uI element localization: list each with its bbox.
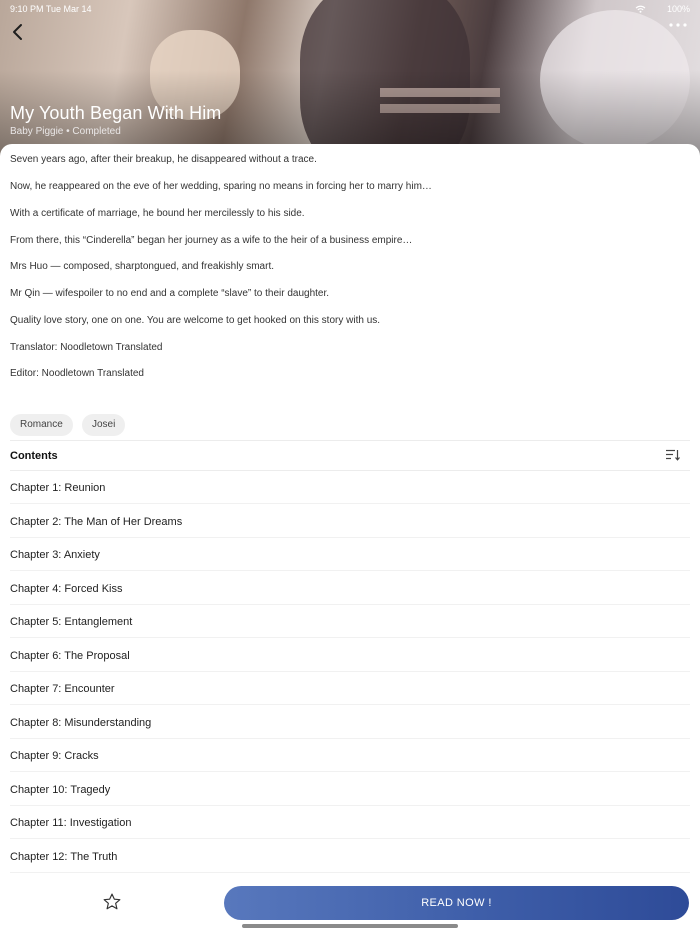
chapter-title: Chapter 5: Entanglement — [10, 616, 133, 628]
chapter-title: Chapter 3: Anxiety — [10, 549, 100, 561]
home-indicator — [242, 924, 458, 928]
chapter-title: Chapter 1: Reunion — [10, 482, 106, 494]
book-title: My Youth Began With Him — [10, 103, 222, 123]
translator-credit: Translator: Noodletown Translated — [10, 342, 163, 353]
chapter-item[interactable]: Chapter 3: Anxiety — [10, 538, 690, 571]
chapter-item[interactable]: Chapter 4: Forced Kiss — [10, 572, 690, 605]
back-button[interactable] — [8, 21, 30, 43]
status-time: 9:10 PM Tue Mar 14 — [10, 4, 92, 14]
chapter-item[interactable]: Chapter 11: Investigation — [10, 806, 690, 839]
synopsis-line: From there, this “Cinderella” began her … — [10, 235, 413, 246]
book-author-status: Baby Piggie • Completed — [10, 126, 121, 137]
chapter-title: Chapter 9: Cracks — [10, 750, 99, 762]
chapter-title: Chapter 11: Investigation — [10, 817, 132, 829]
synopsis-line: Seven years ago, after their breakup, he… — [10, 154, 317, 165]
synopsis-line: Mrs Huo — composed, sharptongued, and fr… — [10, 261, 275, 272]
chapter-item[interactable]: Chapter 6: The Proposal — [10, 639, 690, 672]
read-now-button[interactable]: READ NOW ! — [224, 886, 689, 920]
tag-romance[interactable]: Romance — [10, 414, 73, 436]
battery-level: 100% — [666, 4, 690, 14]
chapter-title: Chapter 10: Tragedy — [10, 784, 111, 796]
chapter-item[interactable]: Chapter 10: Tragedy — [10, 773, 690, 806]
chapter-item[interactable]: Chapter 12: The Truth — [10, 840, 690, 873]
cover-banner: 9:10 PM Tue Mar 14 100% My Youth Began W… — [0, 0, 700, 160]
status-bar: 9:10 PM Tue Mar 14 100% — [10, 4, 690, 16]
book-detail-sheet: Seven years ago, after their breakup, he… — [0, 144, 700, 934]
chapter-item[interactable]: Chapter 5: Entanglement — [10, 605, 690, 638]
synopsis-line: Quality love story, one on one. You are … — [10, 315, 381, 326]
tag-josei[interactable]: Josei — [82, 414, 126, 436]
divider — [10, 440, 690, 441]
chapter-title: Chapter 12: The Truth — [10, 851, 118, 863]
chapter-title: Chapter 8: Misunderstanding — [10, 717, 152, 729]
more-options-button[interactable] — [668, 20, 688, 30]
chapter-item[interactable]: Chapter 8: Misunderstanding — [10, 706, 690, 739]
chapter-item[interactable]: Chapter 2: The Man of Her Dreams — [10, 505, 690, 538]
synopsis-line: Mr Qin — wifespoiler to no end and a com… — [10, 288, 330, 299]
chapter-item[interactable]: Chapter 7: Encounter — [10, 672, 690, 705]
synopsis-line: With a certificate of marriage, he bound… — [10, 208, 305, 219]
chapter-title: Chapter 4: Forced Kiss — [10, 583, 123, 595]
chapter-title: Chapter 2: The Man of Her Dreams — [10, 516, 183, 528]
chapter-title: Chapter 6: The Proposal — [10, 650, 130, 662]
wifi-icon — [635, 5, 646, 13]
chapter-item[interactable]: Chapter 1: Reunion — [10, 471, 690, 504]
contents-heading: Contents — [10, 450, 58, 462]
star-icon[interactable] — [102, 892, 122, 912]
bottom-action-bar: READ NOW ! — [0, 880, 700, 934]
editor-credit: Editor: Noodletown Translated — [10, 368, 144, 379]
synopsis-line: Now, he reappeared on the eve of her wed… — [10, 181, 432, 192]
sort-order-icon[interactable] — [666, 449, 680, 461]
chapter-title: Chapter 7: Encounter — [10, 683, 115, 695]
chapter-item[interactable]: Chapter 9: Cracks — [10, 739, 690, 772]
